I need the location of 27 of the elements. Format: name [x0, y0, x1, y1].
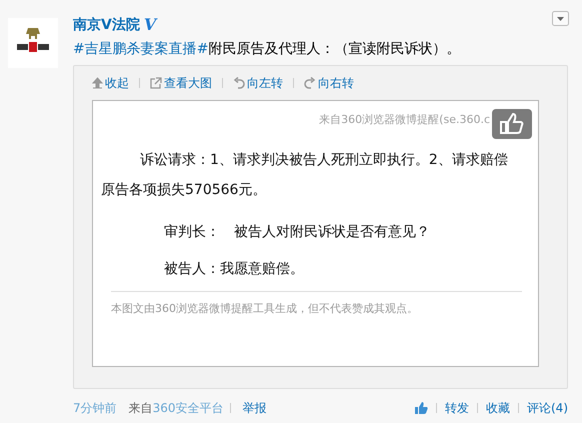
external-link-icon — [150, 77, 162, 89]
image-paragraph: 被告人：我愿意赔偿。 — [163, 260, 305, 279]
toolbar-button[interactable]: 向左转 — [233, 74, 283, 92]
toolbar-button[interactable]: 收起 — [92, 74, 129, 92]
toolbar-button[interactable]: 查看大图 — [150, 74, 212, 92]
action-link[interactable]: 转发 — [445, 399, 469, 418]
toolbar-button[interactable]: 向右转 — [304, 74, 354, 92]
topic-link[interactable]: #吉星鹏杀妻案直播# — [73, 41, 208, 57]
rotate-right-icon — [304, 77, 316, 89]
action-link[interactable]: 收藏 — [486, 399, 510, 418]
post-image[interactable]: 来自360浏览器微博提醒(se.360.c 诉讼请求：1、请求判决被告人死刑立即执行。2、请求赔偿原告各项损失570566元。 审判长： 被告人对附民诉状是否有意见？ 被告人：我愿意赔偿。 本图文由360浏览器微博提醒工具生成，但不代表赞成其观点。 — [92, 100, 539, 367]
upload-arrow-icon — [92, 77, 103, 89]
image-paragraph: 诉讼请求：1、请求判决被告人死刑立即执行。2、请求赔偿原告各项损失570566元。 — [101, 151, 509, 200]
report-link[interactable]: 举报 — [242, 399, 267, 418]
thumbs-up-icon — [492, 109, 532, 139]
source-text: 来自360浏览器微博提醒(se.360.c — [319, 112, 490, 128]
action-link[interactable]: 评论(4) — [527, 399, 568, 418]
via-label: 来自 — [128, 400, 153, 418]
image-paragraph: 审判长： 被告人对附民诉状是否有意见？ — [163, 223, 431, 242]
verified-mark: V — [144, 14, 156, 36]
dropdown-icon[interactable] — [552, 11, 569, 26]
author-name[interactable]: 南京V法院 — [73, 14, 140, 36]
avatar-logo-icon[interactable] — [8, 18, 58, 68]
disclaimer-text: 本图文由360浏览器微博提醒工具生成，但不代表赞成其观点。 — [111, 302, 418, 315]
post-text: #吉星鹏杀妻案直播#附民原告及代理人：（宣读附民诉状）。 — [73, 41, 460, 57]
like-icon[interactable] — [414, 401, 428, 416]
rotate-left-icon — [233, 77, 245, 89]
